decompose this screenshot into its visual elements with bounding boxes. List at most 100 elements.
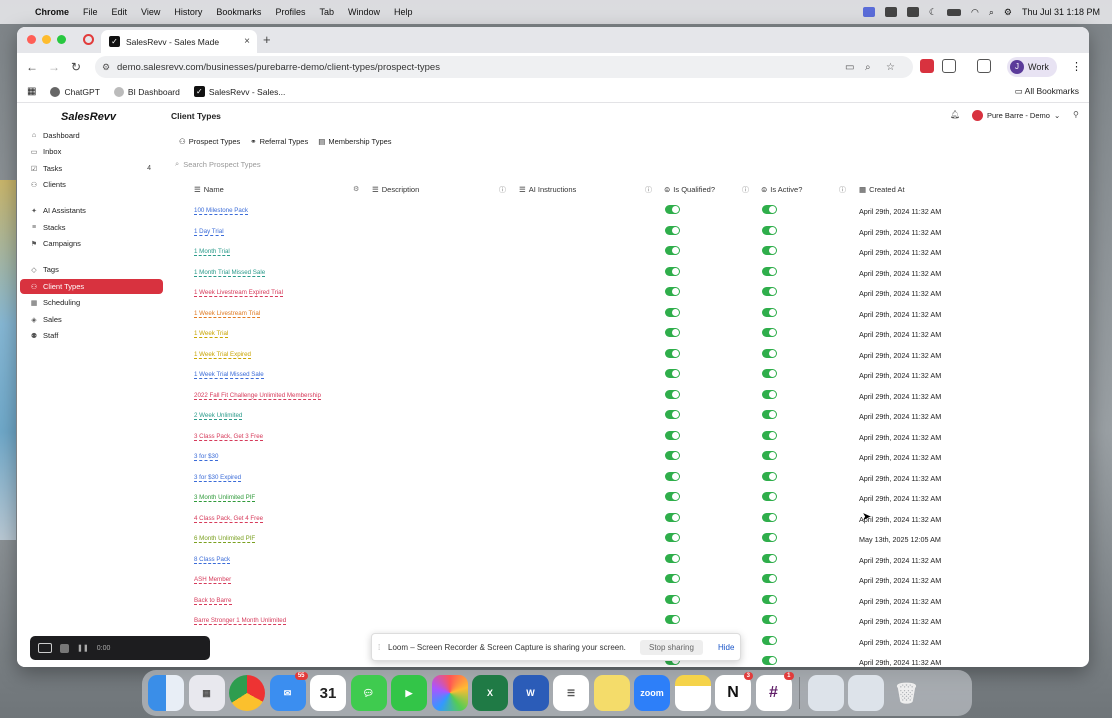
control-center-icon[interactable]: ⚙ (1004, 7, 1012, 18)
menu-bookmarks[interactable]: Bookmarks (216, 7, 261, 17)
prospect-type-name[interactable]: 2022 Fall Fit Challenge Unlimited Member… (194, 392, 321, 400)
menu-window[interactable]: Window (348, 7, 380, 17)
stop-recording-icon[interactable] (60, 643, 69, 653)
sidebar-item-inbox[interactable]: ▭ Inbox (20, 144, 163, 159)
menu-history[interactable]: History (174, 7, 202, 17)
is-qualified-toggle[interactable] (665, 246, 680, 255)
is-qualified-toggle[interactable] (665, 574, 680, 583)
is-qualified-toggle[interactable] (665, 533, 680, 542)
is-qualified-toggle[interactable] (665, 430, 680, 440)
prospect-type-name[interactable]: 1 Day Trial (194, 228, 224, 236)
table-row[interactable]: 1 Week Trial April 29th, 2024 11:32 AM (167, 324, 1089, 345)
prospect-type-name[interactable]: Barre Stronger 1 Month Unlimited (194, 617, 287, 625)
menubar-clock[interactable]: Thu Jul 31 1:18 PM (1022, 7, 1100, 17)
sidebar-item-dashboard[interactable]: ⌂ Dashboard (20, 128, 163, 143)
column-is-qualified[interactable]: ⊜ Is Qualified? (664, 185, 715, 194)
downloads-stack-icon[interactable] (807, 675, 844, 711)
sidebar-item-ai-assistants[interactable]: ✦ AI Assistants (20, 203, 163, 218)
close-window-button[interactable] (27, 35, 36, 44)
prospect-type-name[interactable]: 3 for $30 Expired (194, 474, 242, 482)
search-icon[interactable]: ⌕ (989, 7, 994, 18)
mail-icon[interactable]: ✉ 55 (269, 672, 308, 711)
prospect-type-name[interactable]: 1 Month Trial (194, 248, 230, 256)
is-active-toggle[interactable] (762, 635, 777, 645)
prospect-type-name[interactable]: 8 Class Pack (194, 556, 231, 564)
prospect-type-name[interactable]: 1 Week Livestream Trial (194, 310, 261, 318)
table-row[interactable]: 1 Month Trial April 29th, 2024 11:32 AM (167, 242, 1089, 263)
sidebar-item-sales[interactable]: ◈ Sales (20, 312, 163, 327)
menu-file[interactable]: File (83, 7, 98, 17)
help-icon[interactable]: ⓘ (645, 185, 652, 195)
side-panel-icon[interactable] (977, 59, 991, 73)
menu-help[interactable]: Help (394, 7, 413, 17)
extension-icon[interactable] (920, 59, 934, 73)
search-prospect-types[interactable]: ⌕ Search Prospect Types (175, 159, 261, 169)
facetime-icon[interactable]: ▶ (391, 675, 427, 711)
table-row[interactable]: 3 Class Pack, Get 3 Free April 29th, 2024… (167, 427, 1089, 448)
prospect-type-name[interactable]: 3 Month Unlimited PIF (194, 494, 256, 502)
is-active-toggle[interactable] (762, 287, 777, 296)
is-active-toggle[interactable] (762, 410, 777, 419)
recent-stack-icon[interactable] (848, 675, 884, 711)
apps-grid-icon[interactable]: ▦ (27, 86, 36, 97)
drag-handle-icon[interactable]: ⁞ (378, 643, 380, 652)
install-icon[interactable]: ▭ (845, 62, 854, 73)
prospect-type-name[interactable]: ASH Member (194, 576, 232, 584)
column-config-icon[interactable]: ⚙ (353, 185, 359, 193)
table-row[interactable]: 1 Month Trial Missed Sale April 29th, 202… (167, 263, 1089, 284)
column-name[interactable]: ☰ Name (194, 185, 224, 194)
is-qualified-toggle[interactable] (665, 328, 680, 337)
is-qualified-toggle[interactable] (665, 492, 680, 501)
wifi-icon[interactable]: ◠ (971, 7, 979, 18)
is-active-toggle[interactable] (762, 574, 777, 583)
sidebar-item-tasks[interactable]: ☑ Tasks 4 (20, 161, 163, 176)
table-row[interactable]: 1 Day Trial April 29th, 2024 11:32 AM (167, 222, 1089, 243)
prospect-type-name[interactable]: 1 Week Trial (194, 330, 229, 338)
trash-icon[interactable]: 🗑︎ (889, 675, 925, 711)
is-qualified-toggle[interactable] (665, 451, 680, 460)
column-ai-instructions[interactable]: ☰ AI Instructions (519, 185, 576, 194)
loom-recording-icon[interactable] (83, 34, 94, 45)
bell-icon[interactable]: 🔔︎ (950, 110, 960, 119)
address-bar[interactable]: ⚙ demo.salesrevv.com/businesses/purebarr… (95, 56, 913, 78)
column-is-active[interactable]: ⊜ Is Active? (761, 185, 802, 194)
is-qualified-toggle[interactable] (665, 266, 680, 276)
sidebar-item-tags[interactable]: ◇ Tags (20, 262, 163, 277)
chrome-icon[interactable] (229, 675, 265, 711)
zoom-icon[interactable]: zoom (634, 675, 670, 711)
help-icon[interactable]: ⓘ (839, 185, 846, 195)
table-row[interactable]: Back to Barre April 29th, 2024 11:32 AM (167, 591, 1089, 612)
is-qualified-toggle[interactable] (665, 389, 680, 399)
launchpad-icon[interactable]: ▦ (188, 675, 225, 711)
is-active-toggle[interactable] (762, 430, 777, 440)
is-active-toggle[interactable] (762, 553, 777, 563)
table-row[interactable]: 2022 Fall Fit Challenge Unlimited Member… (167, 386, 1089, 407)
word-icon[interactable]: W (512, 675, 549, 711)
excel-icon[interactable]: X (472, 675, 508, 711)
messages-icon[interactable]: 💬︎ (350, 675, 387, 711)
sidebar-item-campaigns[interactable]: ⚑ Campaigns (20, 236, 163, 251)
is-qualified-toggle[interactable] (665, 287, 680, 296)
table-row[interactable]: 8 Class Pack April 29th, 2024 11:32 AM (167, 550, 1089, 571)
is-qualified-toggle[interactable] (665, 615, 680, 624)
column-created-at[interactable]: ▦ Created At (859, 185, 905, 194)
zoom-icon[interactable]: ⌕ (865, 62, 871, 73)
is-active-toggle[interactable] (762, 266, 777, 276)
sidebar-item-stacks[interactable]: ≡ Stacks (20, 220, 163, 235)
menu-edit[interactable]: Edit (112, 7, 128, 17)
is-qualified-toggle[interactable] (665, 410, 680, 419)
sidebar-item-staff[interactable]: ⚉ Staff (20, 328, 163, 343)
org-switcher[interactable]: Pure Barre - Demo ⌄ (972, 110, 1060, 121)
is-active-toggle[interactable] (762, 533, 777, 542)
stickies-icon[interactable] (593, 675, 630, 711)
is-active-toggle[interactable] (762, 471, 777, 481)
table-row[interactable]: 6 Month Unlimited PIF May 13th, 2025 12:0… (167, 529, 1089, 550)
prospect-type-name[interactable]: 4 Class Pack, Get 4 Free (194, 515, 264, 523)
moon-icon[interactable]: ☾ (929, 7, 937, 18)
finder-icon[interactable] (148, 675, 184, 711)
prospect-type-name[interactable]: 1 Week Livestream Expired Trial (194, 289, 283, 297)
table-row[interactable]: 4 Class Pack, Get 4 Free April 29th, 2024… (167, 509, 1089, 530)
status-icon[interactable] (906, 7, 919, 17)
is-qualified-toggle[interactable] (665, 307, 680, 317)
sidebar-item-clients[interactable]: ⚇ Clients (20, 177, 163, 192)
